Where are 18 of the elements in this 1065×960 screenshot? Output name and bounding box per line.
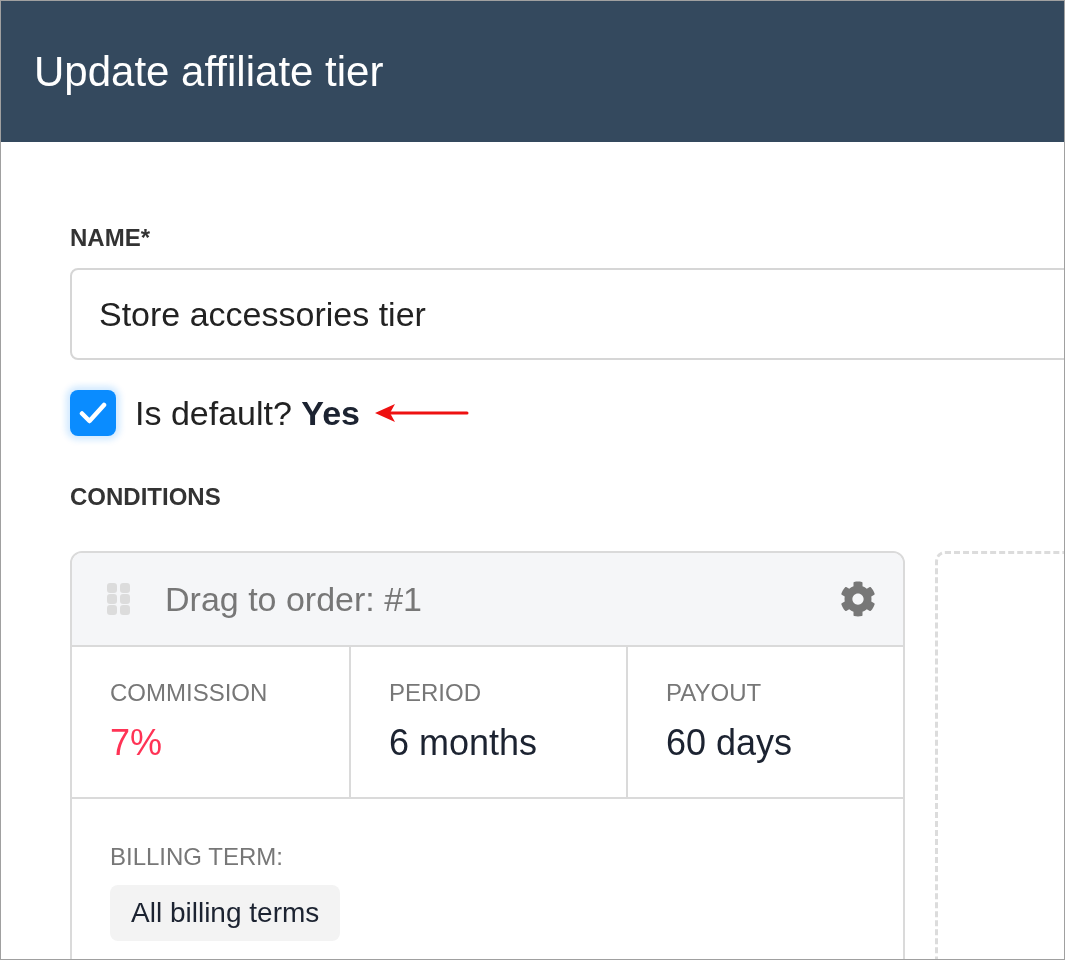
settings-icon[interactable] xyxy=(840,581,876,617)
stat-label: PERIOD xyxy=(389,679,482,707)
stat-value: 60 days xyxy=(666,722,794,764)
check-icon xyxy=(79,402,107,424)
section-heading: CONDITIONS xyxy=(70,483,221,511)
page-title: Update affiliate tier xyxy=(34,47,384,96)
stat-value: 7% xyxy=(110,722,164,764)
default-checkbox[interactable] xyxy=(70,390,116,436)
billing-term-label: BILLING TERM: xyxy=(110,843,283,871)
stat-label: PAYOUT xyxy=(666,679,763,707)
drag-order-label: Drag to order: #1 xyxy=(165,579,423,619)
stat-label: COMMISSION xyxy=(110,679,269,707)
drag-handle-icon[interactable] xyxy=(107,583,130,615)
stat-value: 6 months xyxy=(389,722,539,764)
billing-term-tag: All billing terms xyxy=(110,885,341,941)
field-label: NAME* xyxy=(70,224,150,252)
checkbox-label: Is default? Yes xyxy=(135,393,360,433)
name-input-field[interactable]: Store accessories tier xyxy=(70,268,1064,360)
